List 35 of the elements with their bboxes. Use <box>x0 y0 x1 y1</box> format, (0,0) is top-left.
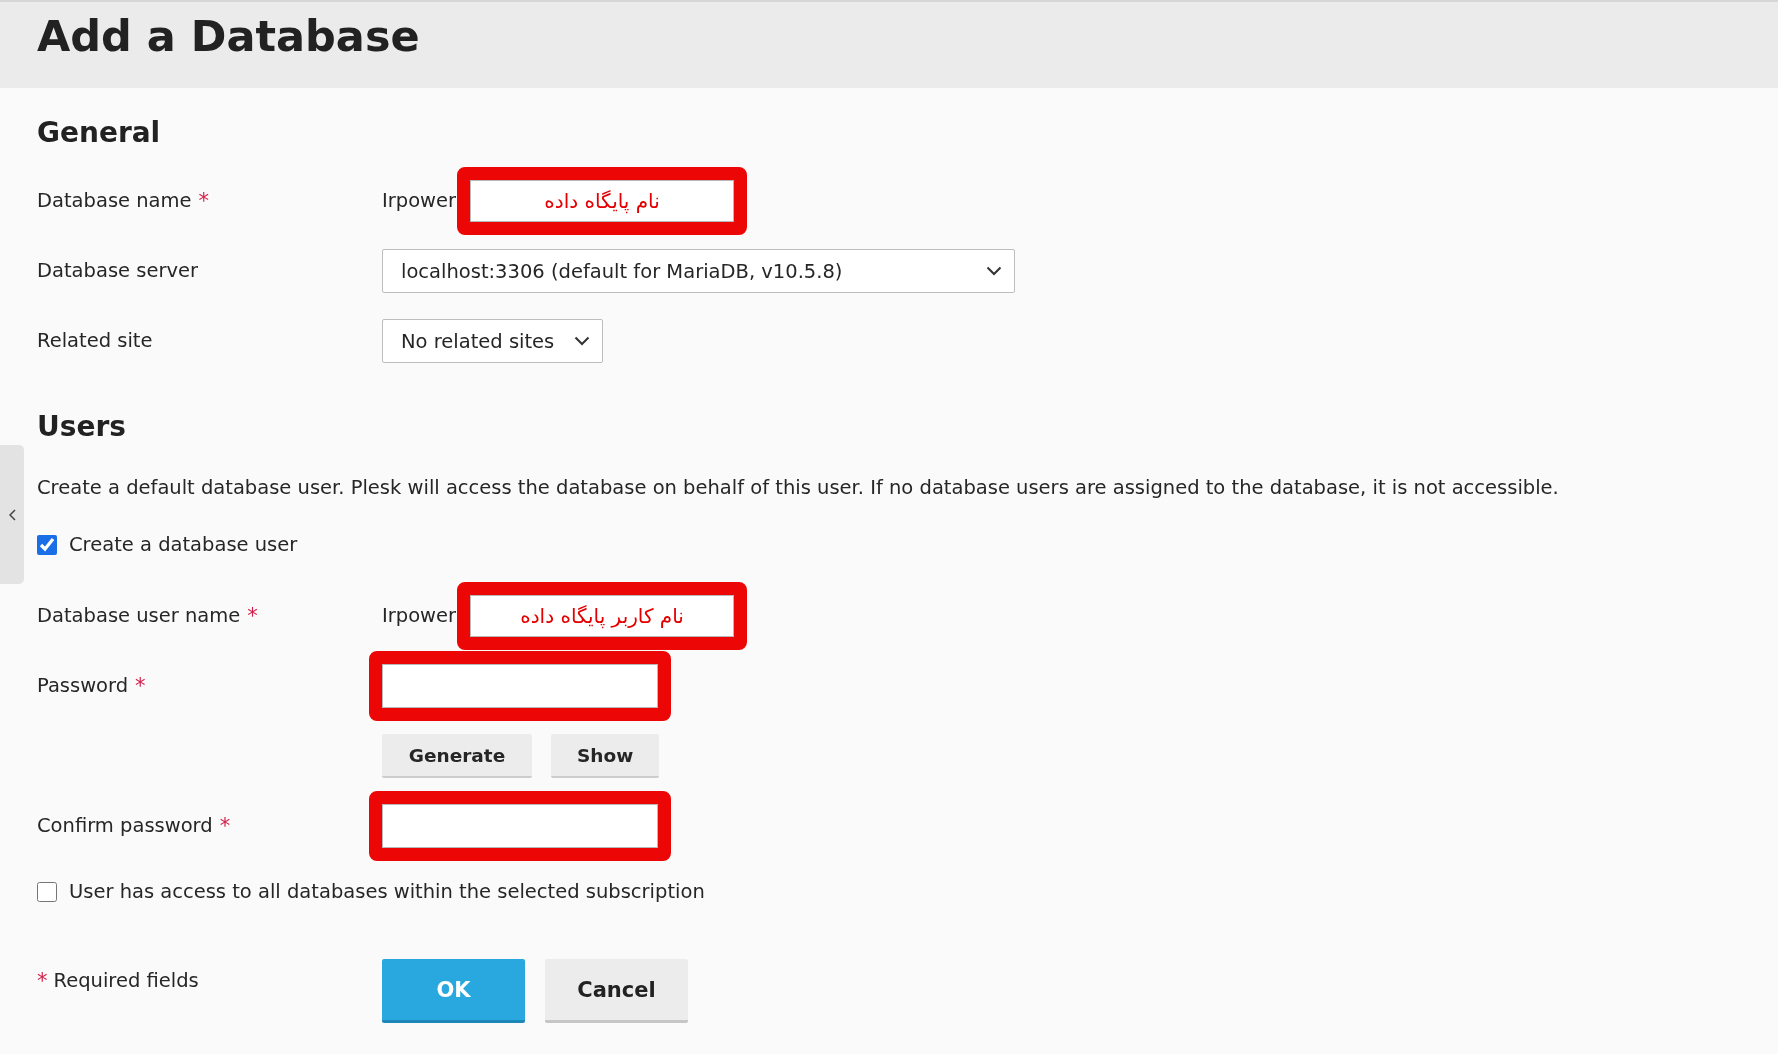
field-label: Database server <box>37 258 198 284</box>
description-text: Create a default database user. Plesk will access the database on behalf of this user. If no database users are assigned to the database, it is not accessible. <box>37 475 1560 501</box>
select-dropdown[interactable]: localhost:3306 (default for MariaDB, v10.5.8) <box>382 249 1015 293</box>
checkbox-label: User has access to all databases within the selected subscription <box>69 879 705 905</box>
form-button[interactable]: Show <box>551 734 660 778</box>
field-label: Password <box>37 673 129 699</box>
password-field[interactable] <box>382 804 658 848</box>
checkbox[interactable] <box>37 882 57 902</box>
required-asterisk: * <box>198 188 210 215</box>
field-prefix: Irpower <box>382 603 457 629</box>
chevron-down-icon <box>574 336 591 346</box>
section-heading: General <box>37 116 162 150</box>
required-asterisk: * <box>219 813 231 840</box>
field-prefix: Irpower <box>382 188 457 214</box>
field-label: Related site <box>37 328 153 354</box>
text-field[interactable]: نام کاربر پایگاه داده <box>470 595 735 637</box>
section-heading: Users <box>37 410 127 444</box>
page-title: Add a Database <box>37 10 421 60</box>
required-asterisk: * <box>135 673 146 700</box>
chevron-down-icon <box>986 266 1002 276</box>
password-field[interactable] <box>382 664 658 708</box>
required-asterisk: * <box>247 603 258 630</box>
field-label: Confirm password <box>37 813 213 839</box>
sidebar-toggle[interactable] <box>0 445 24 584</box>
text-field[interactable]: نام پایگاه داده <box>470 180 735 222</box>
form-button[interactable]: Generate <box>382 734 532 778</box>
chevron-left-icon <box>8 508 16 521</box>
select-dropdown[interactable]: No related sites <box>382 319 604 363</box>
cancel-button[interactable]: Cancel <box>545 959 688 1023</box>
required-asterisk: * <box>37 968 48 995</box>
checkbox-label: Create a database user <box>69 532 298 558</box>
field-label: Database user name <box>37 603 241 629</box>
checkbox[interactable] <box>37 535 57 555</box>
required-fields-note: Required fields <box>53 968 199 994</box>
field-label: Database name <box>37 188 192 214</box>
